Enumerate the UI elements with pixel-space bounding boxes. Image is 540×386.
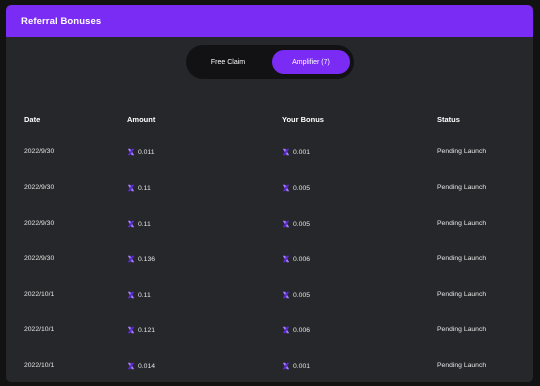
cell-amount-value: 0.11 [138, 220, 151, 228]
cell-status: Pending Launch [437, 326, 487, 333]
cell-your-bonus-value: 0.005 [293, 291, 311, 299]
tab-free-claim[interactable]: Free Claim [192, 50, 264, 74]
table-row: 2022/9/30 0.011 0.001 Pending Launch [6, 148, 533, 162]
cell-date: 2022/10/1 [24, 326, 55, 333]
cell-your-bonus: 0.005 [282, 184, 310, 192]
cell-status: Pending Launch [437, 220, 487, 227]
cell-status: Pending Launch [437, 148, 487, 155]
cell-status: Pending Launch [437, 184, 487, 191]
column-header-date: Date [24, 115, 41, 124]
cell-your-bonus: 0.006 [282, 255, 310, 263]
cell-your-bonus-value: 0.001 [293, 148, 311, 156]
cell-your-bonus-value: 0.005 [293, 220, 311, 228]
x-token-icon [127, 291, 135, 299]
cell-amount-value: 0.011 [138, 148, 155, 156]
cell-your-bonus: 0.005 [282, 291, 310, 299]
cell-your-bonus: 0.006 [282, 326, 310, 334]
column-header-amount: Amount [127, 115, 156, 124]
cell-date: 2022/9/30 [24, 184, 55, 191]
cell-amount: 0.11 [127, 220, 151, 228]
panel-title: Referral Bonuses [21, 15, 102, 27]
cell-your-bonus: 0.005 [282, 220, 310, 228]
x-token-icon [127, 255, 135, 263]
panel-header: Referral Bonuses [6, 5, 533, 37]
cell-amount-value: 0.121 [138, 326, 156, 334]
cell-status: Pending Launch [437, 255, 487, 262]
cell-amount-value: 0.11 [138, 184, 151, 192]
x-token-icon [127, 184, 135, 192]
referral-bonuses-panel: Referral Bonuses Free Claim Amplifier (7… [6, 5, 533, 382]
x-token-icon [282, 362, 290, 370]
table-row: 2022/10/1 0.11 0.005 Pending Launch [6, 291, 533, 305]
cell-your-bonus: 0.001 [282, 148, 310, 156]
x-token-icon [127, 326, 135, 334]
cell-date: 2022/9/30 [24, 255, 55, 262]
cell-amount-value: 0.014 [138, 362, 156, 370]
cell-date: 2022/9/30 [24, 148, 55, 155]
x-token-icon [282, 184, 290, 192]
table-row: 2022/9/30 0.11 0.005 Pending Launch [6, 220, 533, 234]
cell-amount: 0.11 [127, 184, 151, 192]
cell-date: 2022/9/30 [24, 220, 55, 227]
cell-your-bonus-value: 0.006 [293, 326, 311, 334]
x-token-icon [282, 148, 290, 156]
cell-your-bonus: 0.001 [282, 362, 310, 370]
cell-amount: 0.011 [127, 148, 155, 156]
x-token-icon [282, 291, 290, 299]
x-token-icon [127, 148, 135, 156]
table-row: 2022/10/1 0.014 0.001 Pending Launch [6, 362, 533, 376]
table-row: 2022/10/1 0.121 0.006 Pending Launch [6, 326, 533, 340]
tab-switcher: Free Claim Amplifier (7) [186, 45, 354, 79]
table-row: 2022/9/30 0.11 0.005 Pending Launch [6, 184, 533, 198]
x-token-icon [282, 326, 290, 334]
table-row: 2022/9/30 0.136 0.006 Pending Launch [6, 255, 533, 269]
cell-amount: 0.11 [127, 291, 151, 299]
cell-status: Pending Launch [437, 362, 487, 369]
tab-amplifier[interactable]: Amplifier (7) [272, 50, 350, 74]
cell-your-bonus-value: 0.001 [293, 362, 311, 370]
x-token-icon [282, 220, 290, 228]
x-token-icon [127, 362, 135, 370]
column-header-your-bonus: Your Bonus [282, 115, 324, 124]
cell-your-bonus-value: 0.005 [293, 184, 311, 192]
column-header-status: Status [437, 115, 460, 124]
cell-amount-value: 0.136 [138, 255, 156, 263]
cell-amount: 0.121 [127, 326, 155, 334]
table-header: Date Amount Your Bonus Status [6, 115, 533, 129]
cell-amount: 0.014 [127, 362, 155, 370]
cell-date: 2022/10/1 [24, 291, 55, 298]
cell-amount-value: 0.11 [138, 291, 151, 299]
cell-date: 2022/10/1 [24, 362, 55, 369]
cell-amount: 0.136 [127, 255, 155, 263]
x-token-icon [127, 220, 135, 228]
cell-status: Pending Launch [437, 291, 487, 298]
cell-your-bonus-value: 0.006 [293, 255, 311, 263]
x-token-icon [282, 255, 290, 263]
